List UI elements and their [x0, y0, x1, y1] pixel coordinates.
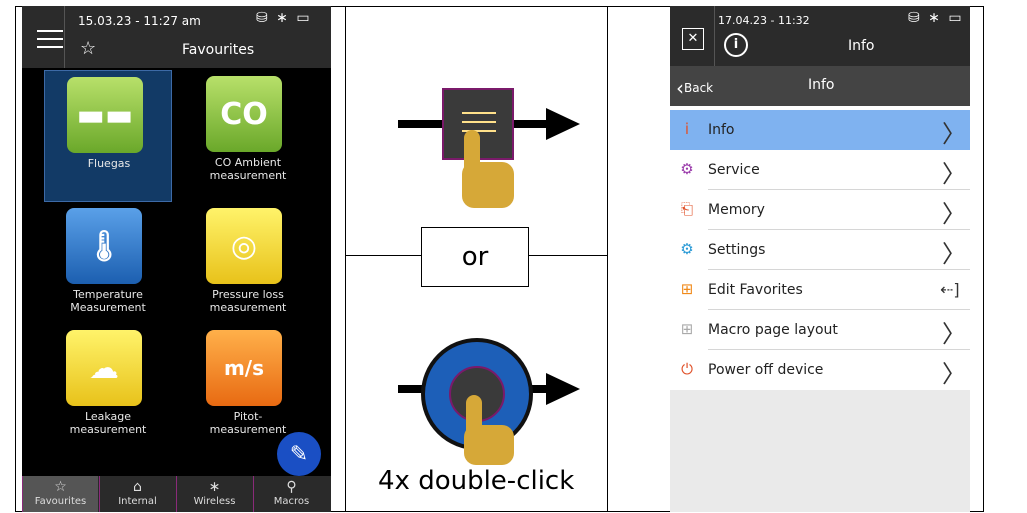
bottom-navigation: ☆ Favourites ⌂ Internal ∗ Wireless ⚲ Mac… — [22, 476, 331, 512]
tab-label: Internal — [118, 496, 157, 507]
menu-item-info[interactable]: ⅰ Info 〉 — [670, 110, 970, 150]
tile-label: Pressure loss measurement — [209, 288, 287, 314]
chevron-right-icon: 〉 — [942, 200, 966, 228]
back-label: Back — [684, 81, 714, 95]
separator-line — [528, 255, 608, 256]
bluetooth-icon: ∗ — [208, 479, 221, 495]
nav-title: Info — [808, 77, 835, 93]
tile-leakage[interactable]: ☁ Leakage measurement — [44, 324, 172, 456]
menu-item-label: Service — [708, 162, 760, 178]
tile-label: CO Ambient measurement — [209, 156, 287, 182]
edit-icon[interactable]: ✎ — [277, 432, 321, 476]
info-icon: ⅰ — [684, 120, 690, 138]
thermometer-icon: 🌡 — [66, 208, 142, 284]
tile-co-ambient[interactable]: CO CO Ambient measurement — [184, 70, 312, 202]
menu-item-label: Info — [708, 122, 735, 138]
double-click-label: 4x double-click — [378, 466, 575, 496]
settings-icon: ⚙ — [680, 240, 694, 258]
status-bar: ✕ 17.04.23 - 11:32 ⛁ ∗ ▭ i Info — [670, 6, 970, 66]
status-bar: 15.03.23 - 11:27 am ⛁ ∗ ▭ ☆ Favourites — [22, 6, 331, 68]
menu-list: ⅰ Info 〉 ⚙ Service 〉 ⎗ Memory 〉 ⚙ Settin… — [670, 106, 970, 390]
column-divider — [345, 6, 346, 512]
or-label: or — [421, 227, 529, 287]
menu-item-label: Edit Favorites — [708, 282, 803, 298]
tile-label: Fluegas — [87, 157, 131, 170]
status-icons: ⛁ ∗ ▭ — [908, 10, 964, 26]
wind-speed-icon: m/s — [206, 330, 282, 406]
tile-pressure-loss[interactable]: ◎ Pressure loss measurement — [184, 202, 312, 334]
co-cloud-icon: CO — [206, 76, 282, 152]
hand-pointer-icon — [462, 162, 514, 208]
close-icon[interactable]: ✕ — [682, 28, 704, 50]
menu-item-settings[interactable]: ⚙ Settings 〉 — [670, 230, 970, 270]
arrow-head-icon — [546, 108, 580, 140]
menu-item-power-off[interactable]: ⏻ Power off device 〉 — [670, 350, 970, 390]
hamburger-icon[interactable] — [37, 30, 63, 54]
column-divider — [607, 6, 608, 512]
menu-item-edit-favorites[interactable]: ⊞ Edit Favorites ⇠] — [670, 270, 970, 310]
grid-icon: ⊞ — [680, 320, 694, 338]
exit-icon: ⇠] — [940, 280, 960, 299]
tile-fluegas[interactable]: ▬▬ Fluegas — [44, 70, 172, 202]
tab-label: Favourites — [34, 496, 87, 507]
chevron-right-icon: 〉 — [942, 320, 966, 348]
back-button[interactable]: ‹Back — [676, 76, 713, 100]
menu-item-macro-page-layout[interactable]: ⊞ Macro page layout 〉 — [670, 310, 970, 350]
page-title: Info — [848, 38, 875, 54]
leakage-icon: ☁ — [66, 330, 142, 406]
menu-item-label: Macro page layout — [708, 322, 838, 338]
menu-item-memory[interactable]: ⎗ Memory 〉 — [670, 190, 970, 230]
menu-item-label: Memory — [708, 202, 765, 218]
chevron-right-icon: 〉 — [942, 160, 966, 188]
menu-item-label: Power off device — [708, 362, 824, 378]
divider — [714, 6, 715, 66]
memory-icon: ⎗ — [680, 200, 693, 218]
tile-label: Leakage measurement — [69, 410, 147, 436]
tab-internal[interactable]: ⌂ Internal — [99, 476, 175, 512]
pressure-gauge-icon: ◎ — [206, 208, 282, 284]
divider — [64, 6, 65, 68]
info-screen: ✕ 17.04.23 - 11:32 ⛁ ∗ ▭ i Info ‹Back In… — [670, 6, 970, 512]
user-icon: ⚲ — [286, 479, 297, 495]
tab-wireless[interactable]: ∗ Wireless — [176, 476, 252, 512]
tab-label: Wireless — [193, 496, 236, 507]
page-title: Favourites — [182, 42, 255, 58]
chevron-right-icon: 〉 — [942, 120, 966, 148]
tile-label: Temperature Measurement — [70, 288, 146, 314]
status-time: 15.03.23 - 11:27 am — [78, 14, 201, 28]
menu-item-label: Settings — [708, 242, 766, 258]
status-time: 17.04.23 - 11:32 — [718, 14, 810, 27]
hand-pointer-icon — [464, 425, 514, 465]
gear-icon: ⚙ — [680, 160, 694, 178]
chevron-right-icon: 〉 — [942, 240, 966, 268]
star-icon: ☆ — [54, 479, 67, 495]
star-icon[interactable]: ☆ — [80, 38, 96, 59]
navigation-bar: ‹Back Info — [670, 66, 970, 106]
home-icon: ⌂ — [133, 479, 142, 495]
tile-temperature[interactable]: 🌡 Temperature Measurement — [44, 202, 172, 334]
tab-label: Macros — [273, 496, 310, 507]
info-icon: i — [724, 33, 748, 57]
separator-line — [346, 255, 422, 256]
favourites-screen: 15.03.23 - 11:27 am ⛁ ∗ ▭ ☆ Favourites ▬… — [22, 6, 331, 512]
tab-favourites[interactable]: ☆ Favourites — [22, 476, 98, 512]
chevron-left-icon: ‹ — [676, 76, 684, 100]
arrow-head-icon — [546, 373, 580, 405]
status-icons: ⛁ ∗ ▭ — [256, 10, 312, 26]
tab-macros[interactable]: ⚲ Macros — [253, 476, 329, 512]
chevron-right-icon: 〉 — [942, 360, 966, 388]
grid-icon: ⊞ — [680, 280, 694, 298]
power-icon: ⏻ — [681, 360, 693, 378]
menu-item-service[interactable]: ⚙ Service 〉 — [670, 150, 970, 190]
factory-icon: ▬▬ — [67, 77, 143, 153]
